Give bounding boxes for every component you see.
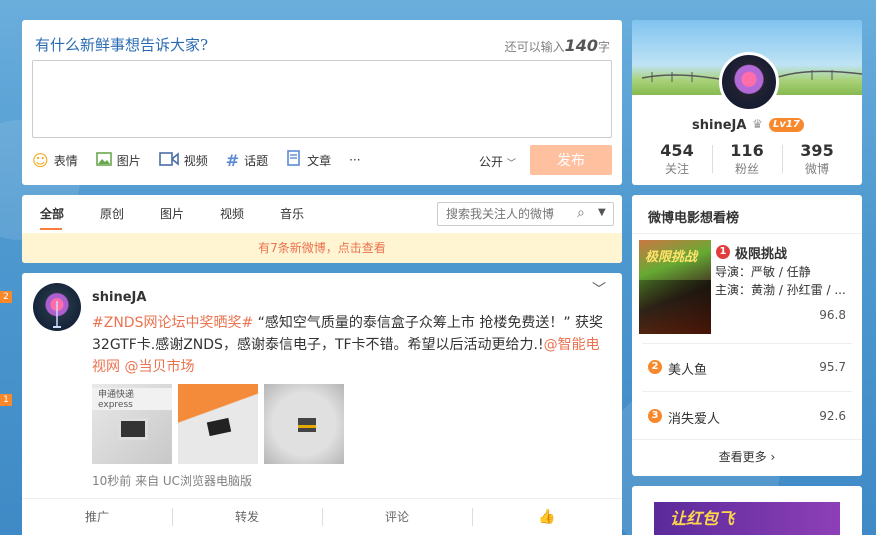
article-button[interactable]: 文章 — [286, 150, 331, 170]
poster-title: 极限挑战 — [645, 250, 698, 265]
movie-score: 92.6 — [819, 409, 846, 423]
tab-images[interactable]: 图片 — [142, 195, 202, 233]
image-label: 图片 — [116, 153, 141, 168]
post-meta: 10秒前 来自 UC浏览器电脑版 — [92, 474, 253, 488]
promote-button[interactable]: 推广 — [22, 499, 172, 535]
stat-posts[interactable]: 395 微博 — [782, 141, 852, 177]
rank-badge: 3 — [648, 409, 662, 423]
movie-actors: 主演：黄渤 / 孙红雷 / ... — [715, 283, 846, 297]
movie-title[interactable]: 消失爱人 — [668, 408, 720, 427]
chevron-down-icon[interactable]: ﹀ — [592, 279, 606, 299]
emoji-button[interactable]: ☺ 表情 — [32, 151, 78, 170]
video-button[interactable]: 视频 — [158, 151, 208, 170]
tab-original[interactable]: 原创 — [82, 195, 142, 233]
char-counter-prefix: 还可以输入 — [504, 40, 565, 54]
hashtag-icon: # — [225, 150, 240, 170]
stat-number: 454 — [660, 141, 694, 160]
visibility-dropdown[interactable]: 公开 ﹀ — [479, 153, 516, 170]
active-tab-indicator — [40, 228, 62, 230]
thumbs-up-icon: 👍 — [538, 509, 556, 525]
stat-number: 116 — [730, 141, 764, 160]
visibility-label: 公开 — [479, 155, 504, 169]
profile-name[interactable]: shineJA — [692, 118, 746, 133]
see-more-link[interactable]: 查看更多 › — [632, 448, 862, 465]
char-counter-number: 140 — [564, 36, 598, 55]
tab-music[interactable]: 音乐 — [262, 195, 322, 233]
level-badge[interactable]: Lv17 — [769, 118, 804, 132]
stat-label: 粉丝 — [734, 162, 759, 176]
post-image[interactable] — [264, 384, 344, 464]
image-button[interactable]: 图片 — [95, 151, 141, 170]
side-counter-badge[interactable]: 2 — [0, 291, 12, 303]
post-textarea[interactable] — [32, 60, 612, 138]
video-icon — [158, 151, 179, 170]
feed-post: shineJA ﹀ #ZNDS网论坛中奖晒奖# “感知空气质量的泰信盒子众筹上市… — [22, 273, 622, 535]
stat-label: 微博 — [804, 162, 829, 176]
char-counter: 还可以输入140字 — [505, 36, 610, 55]
stat-number: 395 — [800, 141, 834, 160]
publish-prompt: 有什么新鲜事想告诉大家? — [35, 36, 209, 54]
post-images: 申通快递 express — [92, 384, 350, 464]
caret-down-icon[interactable]: ▼ — [598, 207, 606, 218]
image-icon — [95, 151, 112, 170]
comment-button[interactable]: 评论 — [322, 499, 472, 535]
stat-followers[interactable]: 116 粉丝 — [712, 141, 782, 177]
like-button[interactable]: 👍 — [472, 499, 622, 535]
divider — [642, 391, 852, 392]
rank-badge: 1 — [716, 245, 730, 259]
divider — [632, 439, 862, 440]
post-author[interactable]: shineJA — [92, 290, 146, 305]
more-tools-button[interactable]: ··· — [349, 153, 360, 167]
post-image[interactable]: 申通快递 express — [92, 384, 172, 464]
side-counter-badge[interactable]: 1 — [0, 394, 12, 406]
avatar[interactable] — [719, 52, 779, 112]
movie-title[interactable]: 极限挑战 — [735, 243, 787, 262]
post-topic-link[interactable]: #ZNDS网论坛中奖晒奖# — [92, 315, 253, 331]
article-icon — [286, 150, 302, 170]
profile-stats: 454 关注 116 粉丝 395 微博 — [642, 141, 852, 177]
rank-badge: 2 — [648, 360, 662, 374]
movie-title[interactable]: 美人鱼 — [668, 359, 707, 378]
feed-search-box: ⌕ ▼ — [437, 202, 614, 226]
publish-toolbar: ☺ 表情 图片 视频 # 话题 文章 ··· — [32, 150, 379, 170]
post-image[interactable] — [178, 384, 258, 464]
see-more-label: 查看更多 — [718, 450, 767, 464]
profile-card: shineJA ♛ Lv17 454 关注 116 粉丝 395 微博 — [632, 20, 862, 185]
feed-search-input[interactable] — [446, 206, 571, 222]
ad-banner[interactable]: 让红包飞 — [654, 502, 840, 535]
stat-label: 关注 — [664, 162, 689, 176]
mention-link[interactable]: @当贝市场 — [124, 359, 194, 375]
feed-filter-bar: 全部 原创 图片 视频 音乐 ⌕ ▼ 有7条新微博，点击查看 — [22, 195, 622, 263]
emoji-icon: ☺ — [32, 150, 49, 170]
search-icon[interactable]: ⌕ — [577, 205, 585, 221]
emoji-label: 表情 — [53, 153, 78, 168]
movie-score: 96.8 — [819, 308, 846, 322]
topic-label: 话题 — [244, 153, 269, 168]
video-label: 视频 — [183, 153, 208, 168]
stat-following[interactable]: 454 关注 — [642, 141, 712, 177]
movie-ranking-card: 微博电影想看榜 极限挑战 1 极限挑战 导演：严敏 / 任静 主演：黄渤 / 孙… — [632, 195, 862, 476]
avatar[interactable] — [33, 283, 81, 331]
ad-card: 让红包飞 — [632, 486, 862, 535]
tab-videos[interactable]: 视频 — [202, 195, 262, 233]
repost-button[interactable]: 转发 — [172, 499, 322, 535]
ranking-title: 微博电影想看榜 — [648, 211, 740, 226]
new-posts-notice[interactable]: 有7条新微博，点击查看 — [22, 233, 622, 263]
divider — [642, 343, 852, 344]
movie-score: 95.7 — [819, 360, 846, 374]
post-text: #ZNDS网论坛中奖晒奖# “感知空气质量的泰信盒子众筹上市 抢楼免费送！” 获… — [92, 312, 604, 378]
char-counter-suffix: 字 — [597, 40, 610, 54]
post-actions: 推广 转发 评论 👍 — [22, 498, 622, 535]
publish-box: 有什么新鲜事想告诉大家? 还可以输入140字 ☺ 表情 图片 视频 # 话题 文… — [22, 20, 622, 185]
topic-button[interactable]: # 话题 — [226, 151, 268, 170]
vip-crown-icon[interactable]: ♛ — [752, 117, 763, 131]
image-caption: 申通快递 express — [98, 390, 135, 410]
chevron-down-icon: ﹀ — [506, 159, 516, 169]
publish-button[interactable]: 发布 — [530, 145, 612, 175]
movie-director: 导演：严敏 / 任静 — [715, 265, 811, 279]
article-label: 文章 — [307, 153, 332, 168]
chevron-right-icon: › — [770, 450, 776, 464]
movie-poster[interactable]: 极限挑战 — [639, 240, 711, 334]
divider — [632, 233, 862, 234]
